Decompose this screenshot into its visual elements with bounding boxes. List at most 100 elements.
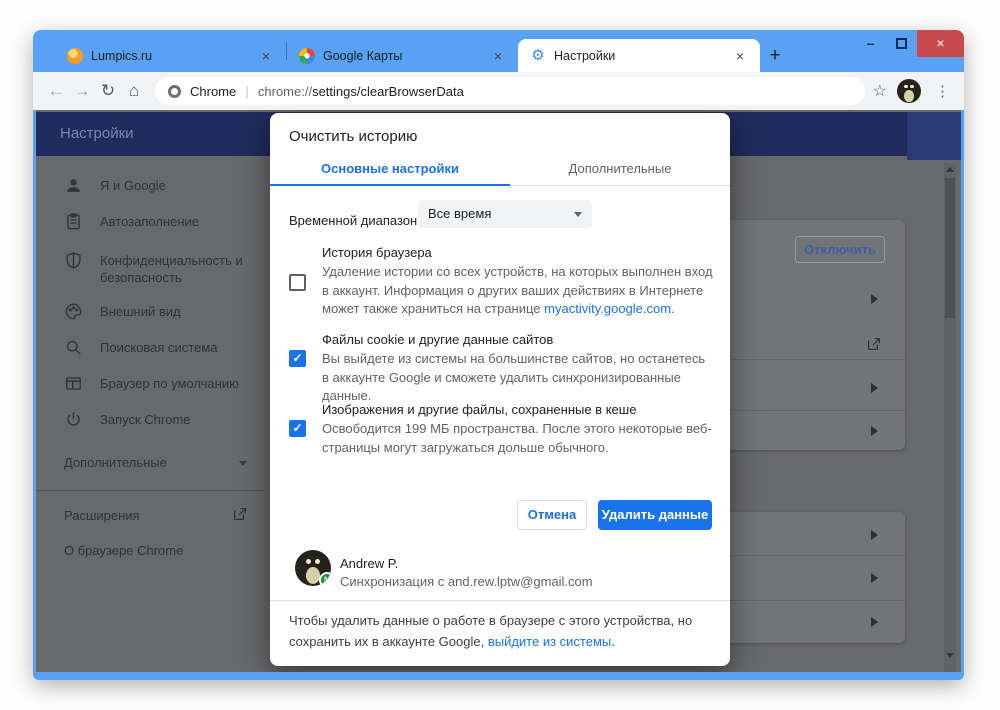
account-sync-status: Синхронизация с and.rew.lptw@gmail.com xyxy=(340,574,593,589)
avatar-owl-eye xyxy=(315,558,321,564)
page-scrollbar[interactable] xyxy=(944,163,956,672)
reload-icon[interactable]: ↻ xyxy=(95,81,121,101)
address-bar[interactable]: Chrome | chrome:// settings/clearBrowser… xyxy=(155,77,865,105)
sidebar-item-you-and-google[interactable]: Я и Google xyxy=(64,177,272,196)
dialog-title: Очистить историю xyxy=(289,128,418,145)
close-window-button[interactable]: × xyxy=(917,30,964,57)
url-path: settings/clearBrowserData xyxy=(312,83,464,99)
back-icon[interactable]: ← xyxy=(43,81,69,101)
time-range-label: Временной диапазон xyxy=(289,213,418,228)
scroll-down-icon[interactable] xyxy=(945,653,954,658)
chevron-right-icon[interactable] xyxy=(871,294,878,304)
shield-icon xyxy=(64,251,84,271)
row-cached-files: ✓ Изображения и другие файлы, сохраненны… xyxy=(289,401,712,457)
close-tab-icon[interactable]: × xyxy=(258,48,274,64)
row-title: Изображения и другие файлы, сохраненные … xyxy=(322,402,637,417)
chevron-right-icon[interactable] xyxy=(871,383,878,393)
palette-icon xyxy=(64,302,84,322)
browser-toolbar: ← → ↻ ⌂ Chrome | chrome:// settings/clea… xyxy=(33,72,964,110)
forward-icon[interactable]: → xyxy=(69,81,95,101)
close-tab-icon[interactable]: × xyxy=(732,48,748,64)
tab-google-maps[interactable]: Google Карты × xyxy=(287,39,518,72)
chevron-right-icon[interactable] xyxy=(871,530,878,540)
bookmark-star-icon[interactable]: ☆ xyxy=(873,81,887,101)
scroll-up-icon[interactable] xyxy=(945,167,954,172)
row-browsing-history: История браузера Удаление истории со все… xyxy=(289,244,713,319)
myactivity-link[interactable]: myactivity.google.com xyxy=(544,301,671,316)
lumpics-favicon-icon xyxy=(67,47,83,64)
close-tab-icon[interactable]: × xyxy=(490,48,506,64)
row-title: История браузера xyxy=(322,245,432,260)
new-tab-button[interactable]: + xyxy=(760,39,790,72)
chevron-right-icon[interactable] xyxy=(871,426,878,436)
chevron-down-icon xyxy=(239,461,247,466)
sidebar-item-autofill[interactable]: Автозаполнение xyxy=(64,213,272,232)
window-controls: – × xyxy=(855,30,964,57)
browsing-history-checkbox[interactable] xyxy=(289,274,306,291)
maps-favicon-icon xyxy=(299,47,315,64)
tab-title: Настройки xyxy=(554,48,616,63)
tab-advanced[interactable]: Дополнительные xyxy=(510,153,730,186)
scrollbar-thumb[interactable] xyxy=(945,178,955,318)
chrome-menu-icon[interactable]: ⋮ xyxy=(931,82,954,100)
sidebar-about-chrome[interactable]: О браузере Chrome xyxy=(64,543,183,558)
tab-lumpics[interactable]: Lumpics.ru × xyxy=(55,39,286,72)
dialog-divider xyxy=(270,600,730,601)
maximize-button[interactable] xyxy=(886,38,917,49)
avatar-owl-belly xyxy=(904,90,914,102)
home-icon[interactable]: ⌂ xyxy=(121,81,147,101)
gear-favicon-icon: ⚙ xyxy=(531,46,545,64)
sync-badge-icon: ↻ xyxy=(319,572,331,586)
sidebar-item-privacy-security[interactable]: Конфиденциальность и безопасность xyxy=(64,252,272,286)
chevron-down-icon xyxy=(574,212,582,217)
row-title: Файлы cookie и другие данные сайтов xyxy=(322,332,554,347)
settings-page-title: Настройки xyxy=(60,125,134,142)
profile-avatar[interactable] xyxy=(897,79,921,103)
chevron-right-icon[interactable] xyxy=(871,617,878,627)
tab-title: Lumpics.ru xyxy=(91,48,153,63)
avatar-owl-eye xyxy=(910,84,914,89)
url-separator: | xyxy=(245,83,249,99)
tab-title: Google Карты xyxy=(323,48,403,63)
sidebar-extensions[interactable]: Расширения xyxy=(64,508,140,523)
maximize-icon xyxy=(896,38,907,49)
settings-page: Настройки Я и Google Автозаполнение Конф… xyxy=(36,110,961,672)
disable-sync-button[interactable]: Отключить xyxy=(795,236,885,263)
time-range-select[interactable]: Все время xyxy=(418,200,592,228)
chrome-logo-icon xyxy=(168,84,181,98)
tab-settings-active[interactable]: ⚙ Настройки × xyxy=(518,39,760,72)
dialog-tabs: Основные настройки Дополнительные xyxy=(270,153,730,186)
sidebar-advanced[interactable]: Дополнительные xyxy=(64,455,167,470)
sidebar-item-appearance[interactable]: Внешний вид xyxy=(64,303,272,322)
browser-window-icon xyxy=(64,374,84,394)
cancel-button[interactable]: Отмена xyxy=(517,500,587,530)
account-avatar: ↻ xyxy=(295,550,331,586)
minimize-button[interactable]: – xyxy=(855,30,886,57)
browser-window: Lumpics.ru × Google Карты × ⚙ Настройки … xyxy=(33,30,964,680)
delete-data-button[interactable]: Удалить данные xyxy=(598,500,712,530)
time-range-value: Все время xyxy=(428,206,492,221)
avatar-owl-belly xyxy=(305,566,321,584)
chevron-right-icon[interactable] xyxy=(871,573,878,583)
sidebar-item-default-browser[interactable]: Браузер по умолчанию xyxy=(64,375,272,394)
tab-basic[interactable]: Основные настройки xyxy=(270,153,510,186)
avatar-owl-eye xyxy=(904,84,908,89)
active-tab-underline xyxy=(270,184,510,186)
row-description: Освободится 199 МБ пространства. После э… xyxy=(322,421,712,455)
account-name: Andrew P. xyxy=(340,556,399,571)
sidebar-item-search-engine[interactable]: Поисковая система xyxy=(64,339,272,358)
search-icon xyxy=(64,338,84,358)
url-app-label: Chrome xyxy=(190,83,237,99)
external-link-icon[interactable] xyxy=(866,336,882,357)
row-description: Удаление истории со всех устройств, на к… xyxy=(322,264,713,316)
cookies-checkbox[interactable]: ✓ xyxy=(289,350,306,367)
external-link-icon xyxy=(232,506,248,522)
sign-out-link[interactable]: выйдите из системы xyxy=(488,634,611,649)
cached-files-checkbox[interactable]: ✓ xyxy=(289,420,306,437)
sidebar-item-startup[interactable]: Запуск Chrome xyxy=(64,411,272,430)
titlebar: Lumpics.ru × Google Карты × ⚙ Настройки … xyxy=(33,30,964,72)
row-description: Вы выйдете из системы на большинстве сай… xyxy=(322,351,706,403)
clear-browsing-data-dialog: Очистить историю Основные настройки Допо… xyxy=(270,113,730,666)
settings-header-right xyxy=(907,112,961,160)
dialog-footer: Чтобы удалить данные о работе в браузере… xyxy=(289,613,693,649)
